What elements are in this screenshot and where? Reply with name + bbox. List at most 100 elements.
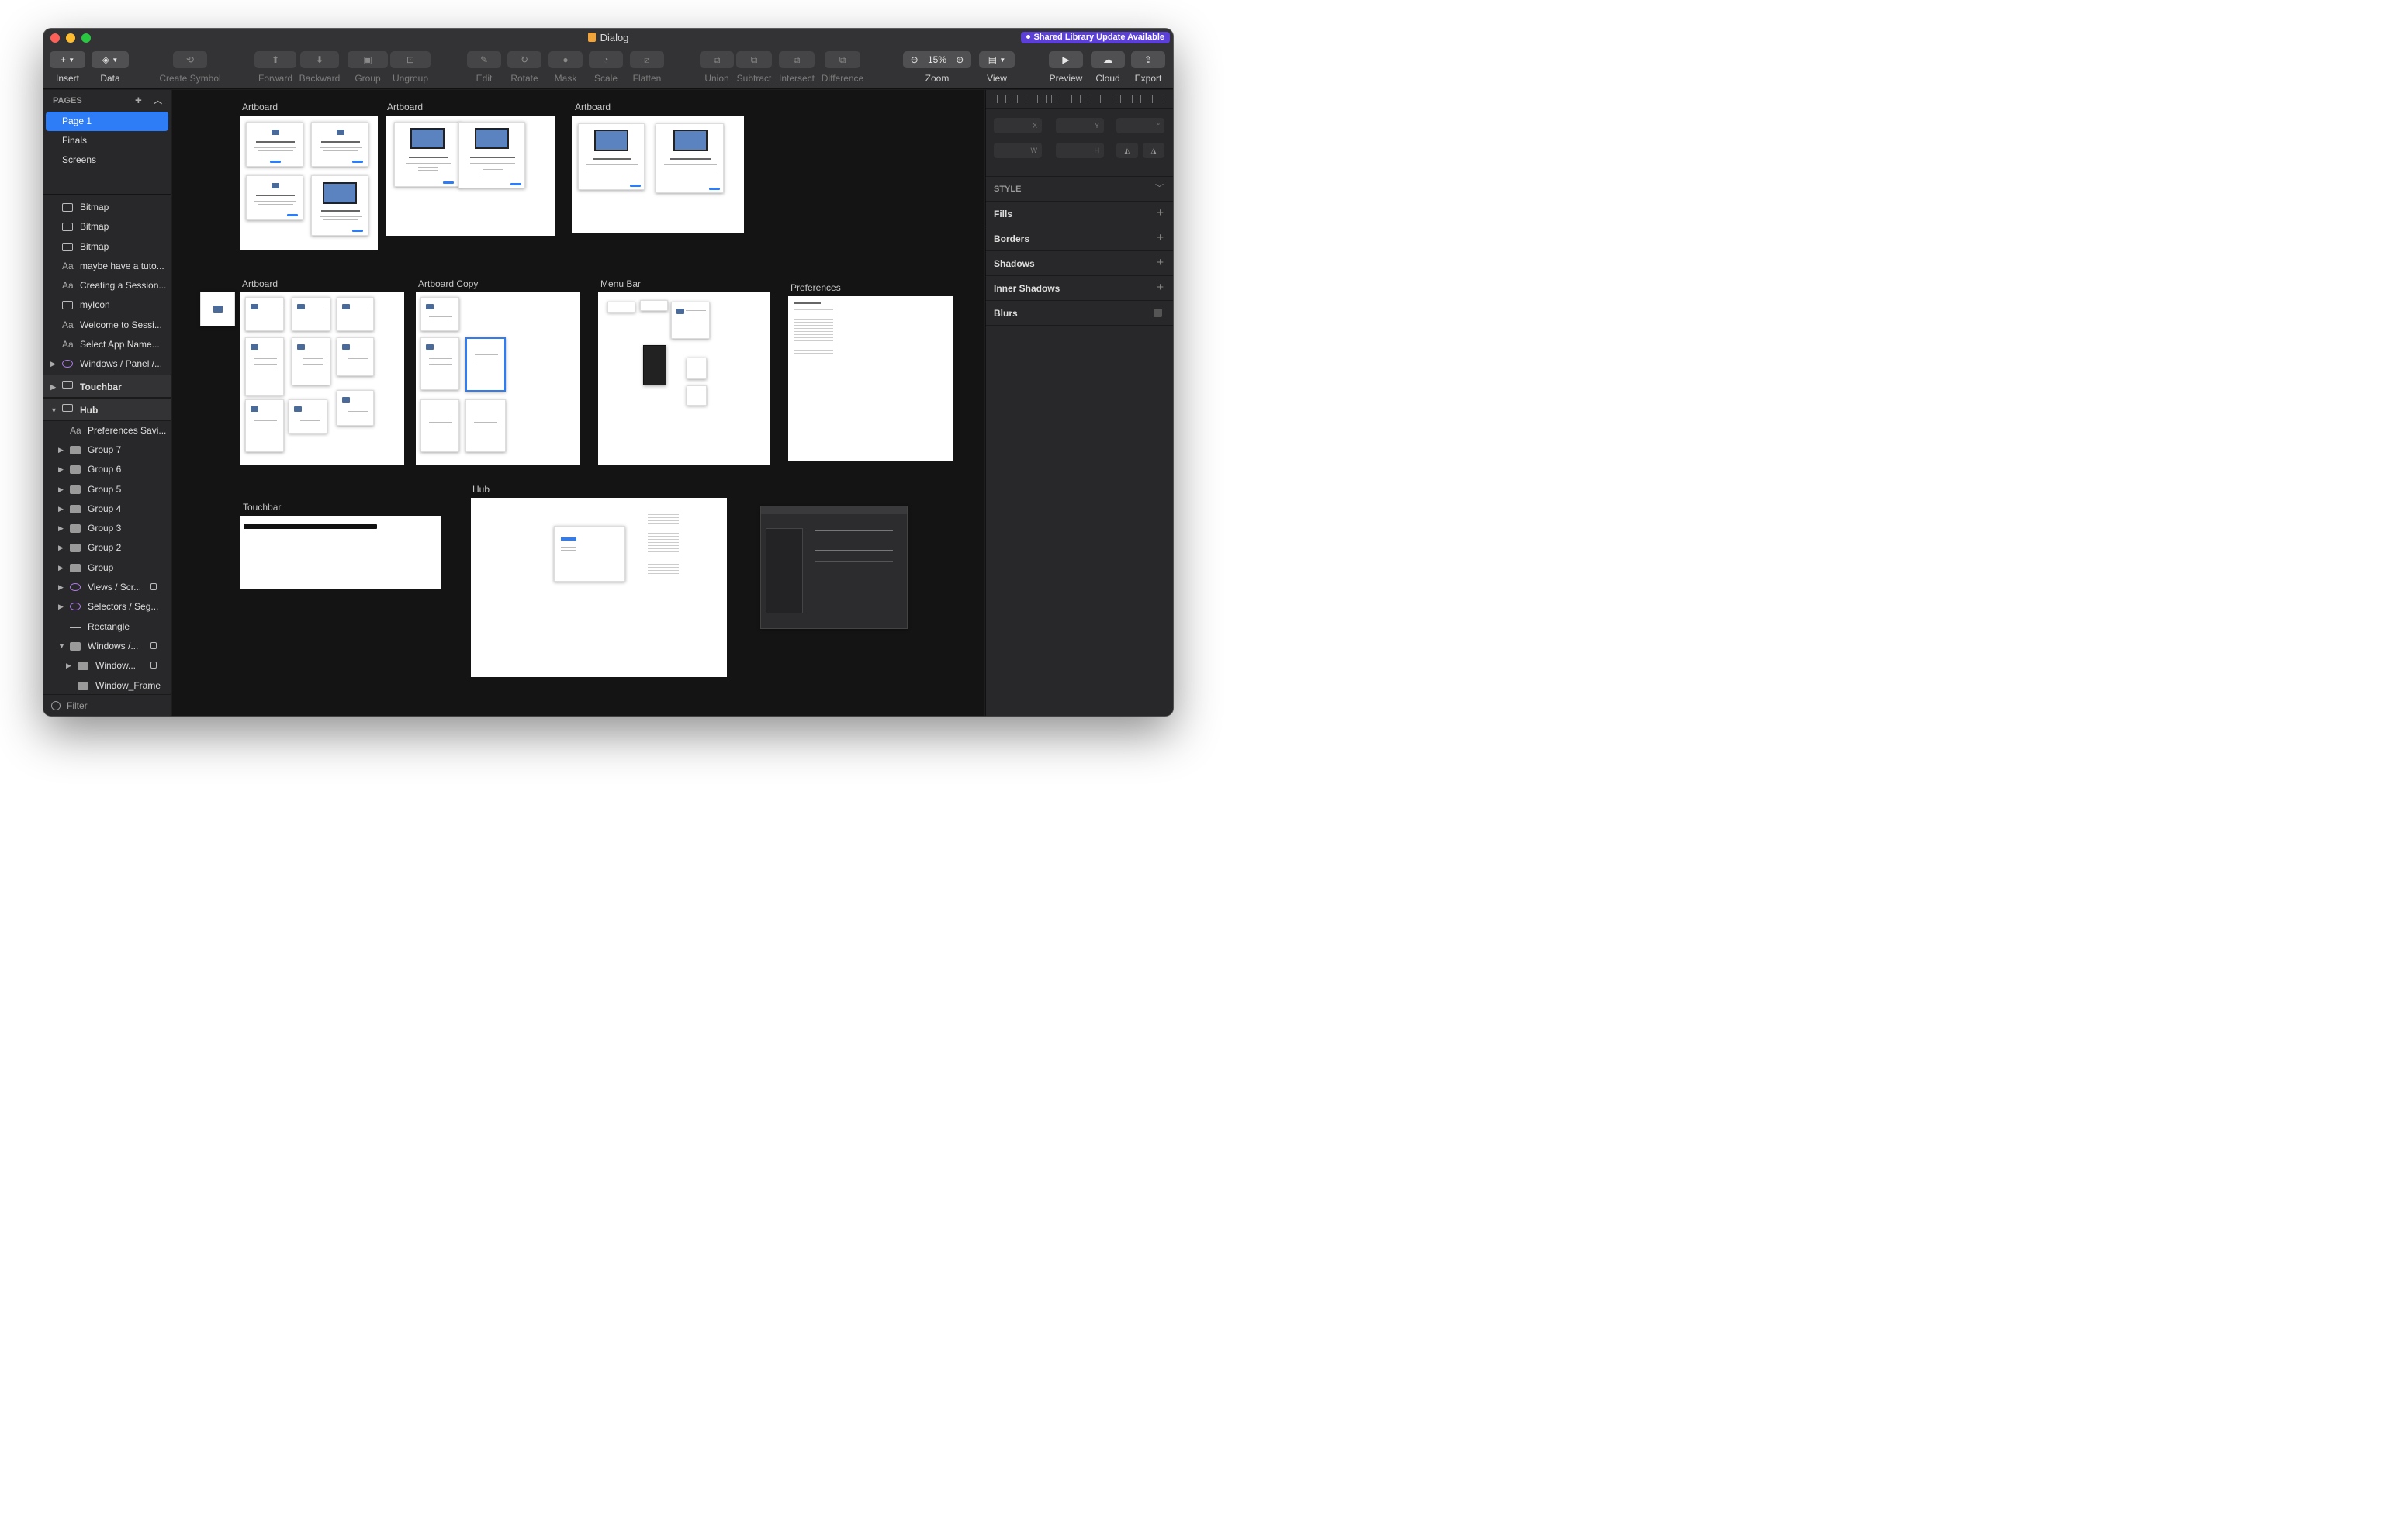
inner-shadows-row[interactable]: Inner Shadows + bbox=[986, 276, 1173, 301]
network-preferences-thumbnail[interactable] bbox=[760, 506, 908, 629]
export-button[interactable]: ⇪ bbox=[1131, 51, 1165, 68]
data-tool[interactable]: ◈ ▼ Data bbox=[92, 51, 129, 84]
flip-horizontal-icon[interactable]: ◭ bbox=[1116, 143, 1138, 158]
x-field[interactable]: X bbox=[994, 118, 1042, 133]
lock-icon[interactable] bbox=[150, 662, 157, 669]
subtract-button[interactable]: ⧉ bbox=[736, 51, 772, 68]
flatten-tool[interactable]: ⧄ Flatten bbox=[629, 51, 665, 84]
insert-button[interactable]: + ▼ bbox=[50, 51, 85, 68]
mask-button[interactable]: ● bbox=[548, 51, 583, 68]
disclosure-closed-icon[interactable]: ▶ bbox=[66, 656, 71, 675]
backward-button[interactable]: ⬇ bbox=[300, 51, 339, 68]
layer-row[interactable]: Window_Frame bbox=[43, 676, 171, 696]
artboard-touchbar[interactable] bbox=[240, 516, 441, 589]
artboard-sessions[interactable] bbox=[386, 116, 555, 236]
layer-row[interactable]: ▶ Selectors / Seg... bbox=[43, 597, 171, 617]
lock-icon[interactable] bbox=[150, 641, 157, 649]
flip-vertical-icon[interactable]: ◮ bbox=[1143, 143, 1164, 158]
artboard-label[interactable]: Artboard bbox=[575, 102, 611, 112]
collapse-pages-icon[interactable]: ︿ bbox=[154, 90, 162, 112]
forward-tool[interactable]: ⬆ Forward bbox=[254, 51, 296, 84]
cloud-button[interactable]: ☁ bbox=[1091, 51, 1125, 68]
create-symbol-tool[interactable]: ⟲ Create Symbol bbox=[158, 51, 222, 84]
blurs-row[interactable]: Blurs bbox=[986, 301, 1173, 326]
disclosure-closed-icon[interactable]: ▶ bbox=[58, 441, 64, 460]
backward-tool[interactable]: ⬇ Backward bbox=[298, 51, 341, 84]
filter-bar[interactable]: Filter bbox=[43, 694, 171, 716]
layer-row[interactable]: Aa Preferences Savi... bbox=[43, 421, 171, 441]
artboard-layer[interactable]: ▶ Touchbar bbox=[43, 374, 171, 398]
layer-row[interactable]: ▶ Group 5 bbox=[43, 480, 171, 499]
zoom-in-button[interactable]: ⊕ bbox=[949, 54, 971, 65]
artboard-layer[interactable]: ▼ Hub bbox=[43, 397, 171, 421]
scale-button[interactable]: ◔ bbox=[589, 51, 623, 68]
bitmap-thumbnail[interactable] bbox=[200, 292, 235, 326]
artboard-label[interactable]: Preferences bbox=[791, 282, 841, 293]
rotate-tool[interactable]: ↻ Rotate bbox=[507, 51, 541, 84]
zoom-control[interactable]: ⊖ 15% ⊕ bbox=[903, 51, 971, 68]
insert-tool[interactable]: + ▼ Insert bbox=[50, 51, 85, 84]
fills-row[interactable]: Fills + bbox=[986, 202, 1173, 226]
disclosure-closed-icon[interactable]: ▶ bbox=[58, 519, 64, 538]
page-item[interactable]: Page 1 bbox=[46, 112, 168, 131]
data-button[interactable]: ◈ ▼ bbox=[92, 51, 129, 68]
add-shadow-icon[interactable]: + bbox=[1157, 256, 1164, 269]
mask-tool[interactable]: ● Mask bbox=[548, 51, 583, 84]
align-left-edge-icon[interactable] bbox=[1051, 95, 1060, 103]
disclosure-open-icon[interactable]: ▼ bbox=[50, 399, 57, 420]
align-middle-icon[interactable] bbox=[1132, 95, 1141, 103]
align-top-icon[interactable] bbox=[1112, 95, 1121, 103]
difference-button[interactable]: ⧉ bbox=[825, 51, 860, 68]
edit-tool[interactable]: ✎ Edit bbox=[467, 51, 501, 84]
distribute-icon[interactable] bbox=[1037, 95, 1047, 103]
add-inner-shadow-icon[interactable]: + bbox=[1157, 281, 1164, 294]
artboard-label[interactable]: Artboard Copy bbox=[418, 278, 478, 289]
page-item[interactable]: Screens bbox=[46, 150, 168, 170]
artboard-design-studio[interactable] bbox=[240, 292, 404, 465]
disclosure-closed-icon[interactable]: ▶ bbox=[50, 375, 56, 397]
layer-row[interactable]: ▶ Group bbox=[43, 558, 171, 578]
align-right-edge-icon[interactable] bbox=[1092, 95, 1101, 103]
width-field[interactable]: W bbox=[994, 143, 1042, 158]
artboard-menu-bar[interactable] bbox=[598, 292, 770, 465]
y-field[interactable]: Y bbox=[1056, 118, 1104, 133]
blur-toggle-icon[interactable] bbox=[1154, 309, 1162, 317]
layer-row[interactable]: ▶ Views / Scr... bbox=[43, 578, 171, 597]
add-border-icon[interactable]: + bbox=[1157, 231, 1164, 244]
flatten-button[interactable]: ⧄ bbox=[630, 51, 664, 68]
view-tool[interactable]: ▤ ▼ View bbox=[979, 51, 1015, 84]
layer-row[interactable]: Bitmap bbox=[43, 217, 171, 237]
union-tool[interactable]: ⧉ Union bbox=[700, 51, 734, 84]
subtract-tool[interactable]: ⧉ Subtract bbox=[734, 51, 774, 84]
layer-row[interactable]: ▶ Window... bbox=[43, 656, 171, 675]
layer-row[interactable]: myIcon bbox=[43, 295, 171, 315]
lock-icon[interactable] bbox=[150, 583, 157, 591]
layer-row[interactable]: ▶ Group 7 bbox=[43, 441, 171, 460]
layer-row[interactable]: Aa Creating a Session... bbox=[43, 276, 171, 295]
layer-row[interactable]: ▶ Windows / Panel /... bbox=[43, 354, 171, 374]
rotate-button[interactable]: ↻ bbox=[507, 51, 541, 68]
zoom-out-button[interactable]: ⊖ bbox=[903, 54, 925, 65]
align-center-icon[interactable] bbox=[1017, 95, 1026, 103]
disclosure-closed-icon[interactable]: ▶ bbox=[58, 480, 64, 499]
artboard-label[interactable]: Artboard bbox=[242, 278, 278, 289]
shadows-row[interactable]: Shadows + bbox=[986, 251, 1173, 276]
style-header-row[interactable]: STYLE ﹀ bbox=[986, 177, 1173, 202]
add-fill-icon[interactable]: + bbox=[1157, 206, 1164, 219]
artboard-preferences[interactable] bbox=[788, 296, 953, 461]
artboard-label[interactable]: Hub bbox=[472, 484, 490, 495]
ungroup-button[interactable]: ⊡ bbox=[390, 51, 431, 68]
group-tool[interactable]: ▣ Group bbox=[348, 51, 388, 84]
align-left-icon[interactable] bbox=[997, 95, 1006, 103]
page-item[interactable]: Finals bbox=[46, 131, 168, 150]
artboard-hub[interactable] bbox=[471, 498, 727, 677]
artboard-privacy[interactable] bbox=[572, 116, 744, 233]
disclosure-closed-icon[interactable]: ▶ bbox=[58, 499, 64, 519]
artboard-label[interactable]: Artboard bbox=[387, 102, 423, 112]
disclosure-closed-icon[interactable]: ▶ bbox=[50, 354, 56, 374]
group-button[interactable]: ▣ bbox=[348, 51, 388, 68]
layer-row[interactable]: ▶ Group 2 bbox=[43, 538, 171, 558]
disclosure-closed-icon[interactable]: ▶ bbox=[58, 460, 64, 479]
align-bottom-icon[interactable] bbox=[1152, 95, 1161, 103]
artboard-label[interactable]: Artboard bbox=[242, 102, 278, 112]
